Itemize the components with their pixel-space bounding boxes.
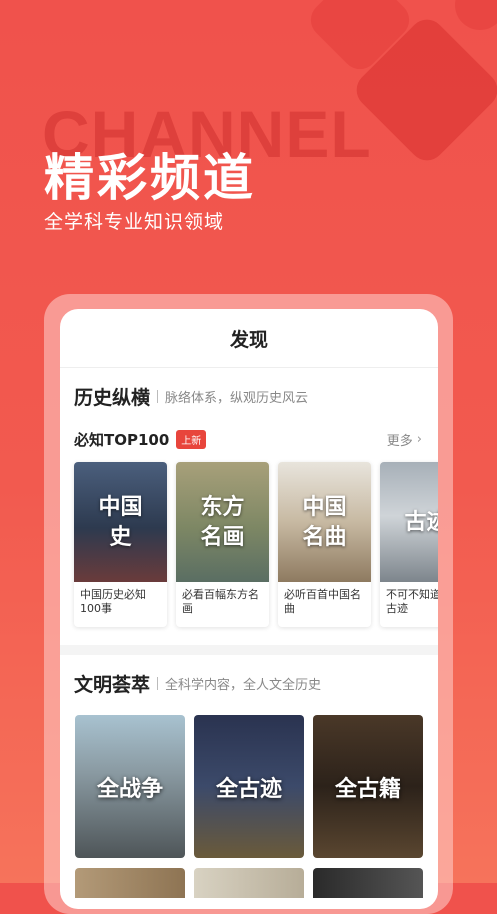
tile-partial[interactable]: [75, 868, 185, 898]
hero-title: 精彩频道: [44, 149, 256, 207]
phone-screen: 发现 历史纵横 脉络体系，纵观历史风云 必知TOP100 上新 更多 › 中国史…: [60, 309, 438, 909]
tile-grid-row-2: [60, 868, 438, 898]
section-subtitle: 全科学内容，全人文全历史: [165, 677, 322, 693]
hero-subtitle: 全学科专业知识领域: [44, 211, 225, 233]
card-caption: 中国历史必知100事: [80, 588, 146, 615]
tile-war[interactable]: 全战争: [75, 715, 185, 858]
card-carousel[interactable]: 中国史 中国历史必知100事 东方名画 必看百幅东方名画 中国名曲 必听百首中国…: [74, 462, 438, 627]
tile-label: 全古籍: [334, 775, 401, 802]
card-chinese-history[interactable]: 中国史 中国历史必知100事: [74, 462, 167, 627]
card-image: 东方名画: [176, 462, 269, 582]
page-title: 发现: [229, 328, 268, 351]
tile-partial[interactable]: [194, 868, 304, 898]
card-caption: 必看百幅东方名画: [182, 588, 259, 615]
card-image-text: 古迹: [404, 509, 438, 535]
card-image: 中国名曲: [278, 462, 371, 582]
list-title: 必知TOP100: [74, 430, 170, 449]
card-chinese-music[interactable]: 中国名曲 必听百首中国名曲: [278, 462, 371, 627]
tile-partial[interactable]: [313, 868, 423, 898]
card-caption: 必听百首中国名曲: [284, 588, 361, 615]
section-civilization: 文明荟萃 全科学内容，全人文全历史: [60, 655, 438, 711]
list-header: 必知TOP100 上新 更多 ›: [74, 424, 438, 454]
section-title: 文明荟萃: [74, 673, 151, 696]
tile-label: 全战争: [96, 775, 163, 802]
card-image-text: 东方名画: [200, 494, 245, 550]
tile-ancient-books[interactable]: 全古籍: [313, 715, 423, 858]
card-caption: 不可不知道百大古迹: [386, 588, 438, 615]
card-eastern-paintings[interactable]: 东方名画 必看百幅东方名画: [176, 462, 269, 627]
more-label: 更多: [386, 433, 413, 449]
tile-relics[interactable]: 全古迹: [194, 715, 304, 858]
top-bar: 发现: [60, 309, 438, 368]
section-separator: [60, 645, 438, 655]
tile-label: 全古迹: [215, 775, 282, 802]
divider: [157, 676, 159, 690]
decorative-circle: [455, 0, 497, 30]
new-badge: 上新: [176, 429, 207, 449]
more-link[interactable]: 更多 ›: [387, 430, 422, 449]
divider: [157, 389, 159, 403]
card-image: 古迹: [380, 462, 438, 582]
card-image-text: 中国史: [98, 494, 143, 550]
card-image-text: 中国名曲: [302, 494, 347, 550]
section-header: 文明荟萃 全科学内容，全人文全历史: [74, 655, 438, 711]
section-subtitle: 脉络体系，纵观历史风云: [165, 390, 309, 406]
section-title: 历史纵横: [74, 386, 151, 409]
section-history: 历史纵横 脉络体系，纵观历史风云 必知TOP100 上新 更多 › 中国史 中国…: [60, 368, 438, 627]
card-image: 中国史: [74, 462, 167, 582]
tile-grid: 全战争 全古迹 全古籍: [60, 715, 438, 858]
section-header: 历史纵横 脉络体系，纵观历史风云: [74, 368, 438, 424]
chevron-right-icon: ›: [416, 431, 422, 447]
card-ancient-ruins[interactable]: 古迹 不可不知道百大古迹: [380, 462, 438, 627]
